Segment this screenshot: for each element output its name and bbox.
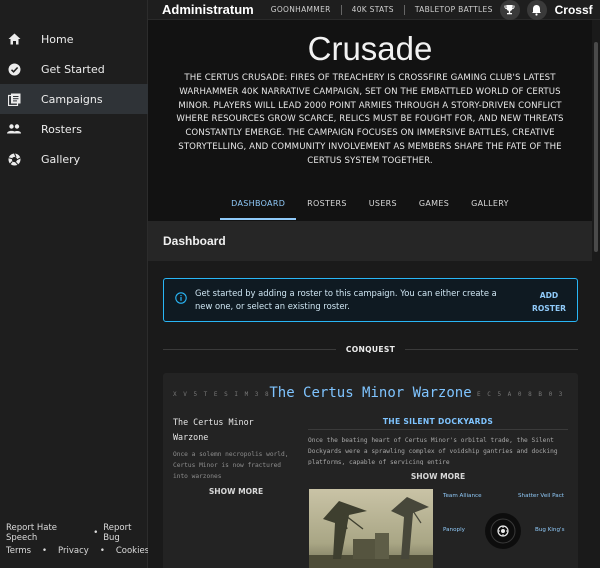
divider [340,4,342,15]
add-roster-label-line2: ROSTER [532,304,566,313]
sidebar-item-rosters[interactable]: Rosters [0,114,148,144]
location-detail: THE SILENT DOCKYARDS Once the beating he… [308,417,568,465]
card-header: X V 5 T E S I M 3 8 The Certus Minor War… [163,385,578,403]
faction-bug-kings[interactable]: Bug King's [535,527,564,533]
campaigns-icon [6,91,22,107]
trophy-icon[interactable] [499,0,520,20]
sidebar-item-campaigns[interactable]: Campaigns [0,84,148,114]
add-roster-label-line1: ADD [539,291,559,300]
scrollbar-thumb[interactable] [594,42,598,252]
nav-link-40k-stats[interactable]: 40K STATS [352,5,394,14]
sidebar-item-home[interactable]: Home [0,24,148,54]
divider-line [163,348,336,350]
dashboard-panel: Dashboard Get started by adding a roster… [148,221,592,568]
warzone-summary: The Certus Minor Warzone Once a solemn n… [173,415,289,482]
report-hate-speech-link[interactable]: Report Hate Speech [6,523,88,543]
conquest-divider: CONQUEST [163,342,578,356]
warzone-card: X V 5 T E S I M 3 8 The Certus Minor War… [163,373,578,568]
tab-users[interactable]: USERS [358,196,408,220]
location-description: Once the beating heart of Certus Minor's… [308,437,558,465]
sidebar-item-gallery[interactable]: Gallery [0,144,148,174]
aperture-icon[interactable] [485,513,521,549]
faction-team-alliance[interactable]: Team Alliance [443,493,482,499]
separator-dot: • [93,528,99,538]
page-title: Crusade [307,30,433,67]
info-icon [175,289,187,304]
info-alert: Get started by adding a roster to this c… [163,278,578,322]
terms-link[interactable]: Terms [6,546,31,556]
sidebar-footer: Report Hate Speech • Report Bug Terms • … [6,523,149,560]
tab-gallery[interactable]: GALLERY [460,196,520,220]
sidebar-item-label: Home [41,32,74,46]
check-circle-icon [6,61,22,77]
cookies-link[interactable]: Cookies [116,546,149,556]
separator-dot: • [99,546,105,556]
people-icon [6,121,22,137]
aperture-icon [6,151,22,167]
sidebar-nav: Home Get Started Campaigns Rosters Galle… [0,24,148,174]
sidebar: Home Get Started Campaigns Rosters Galle… [0,0,149,568]
sidebar-item-label: Rosters [41,122,82,136]
faction-panoply[interactable]: Panoply [443,527,465,533]
tab-games[interactable]: GAMES [408,196,460,220]
top-app-bar: Administratum GOONHAMMER 40K STATS TABLE… [148,0,600,20]
user-menu[interactable]: Crossf [555,3,595,17]
faction-shatter-veil-pact[interactable]: Shatter Veil Pact [518,493,564,499]
sidebar-item-label: Gallery [41,152,81,166]
campaign-tabs: DASHBOARD ROSTERS USERS GAMES GALLERY [148,196,592,220]
conquest-label: CONQUEST [345,344,396,354]
app-brand[interactable]: Administratum [148,2,254,17]
tab-dashboard[interactable]: DASHBOARD [220,196,297,220]
warzone-summary-text: Once a solemn necropolis world, Certus M… [173,451,289,480]
alert-message: Get started by adding a roster to this c… [195,288,497,311]
home-icon [6,31,22,47]
nav-link-goonhammer[interactable]: GOONHAMMER [271,5,331,14]
sidebar-item-get-started[interactable]: Get Started [0,54,148,84]
dockyard-image [309,489,433,568]
show-more-button[interactable]: SHOW MORE [308,472,568,481]
scrollbar[interactable] [592,20,600,568]
divider-line [405,348,578,350]
campaign-description: THE CERTUS CRUSADE: FIRES OF TREACHERY I… [176,73,564,166]
separator-dot: • [42,546,48,556]
warzone-summary-title: The Certus Minor Warzone [173,417,254,442]
cipher-text-right: E C 5 A 0 8 B 0 3 [477,391,564,398]
faction-map: Team Alliance Shatter Veil Pact Panoply … [441,491,571,568]
section-heading: Dashboard [148,221,592,261]
sidebar-item-label: Get Started [41,62,105,76]
tab-rosters[interactable]: ROSTERS [296,196,358,220]
divider [403,4,405,15]
show-more-button[interactable]: SHOW MORE [173,487,299,496]
bell-icon[interactable] [526,0,547,20]
location-title: THE SILENT DOCKYARDS [382,417,494,426]
divider [308,429,568,430]
add-roster-button[interactable]: ADD ROSTER [531,289,567,315]
nav-link-tabletop-battles[interactable]: TABLETOP BATTLES [415,5,493,14]
privacy-link[interactable]: Privacy [58,546,89,556]
main-content: Crusade THE CERTUS CRUSADE: FIRES OF TRE… [148,20,592,568]
report-bug-link[interactable]: Report Bug [103,523,149,543]
sidebar-item-label: Campaigns [41,92,103,106]
